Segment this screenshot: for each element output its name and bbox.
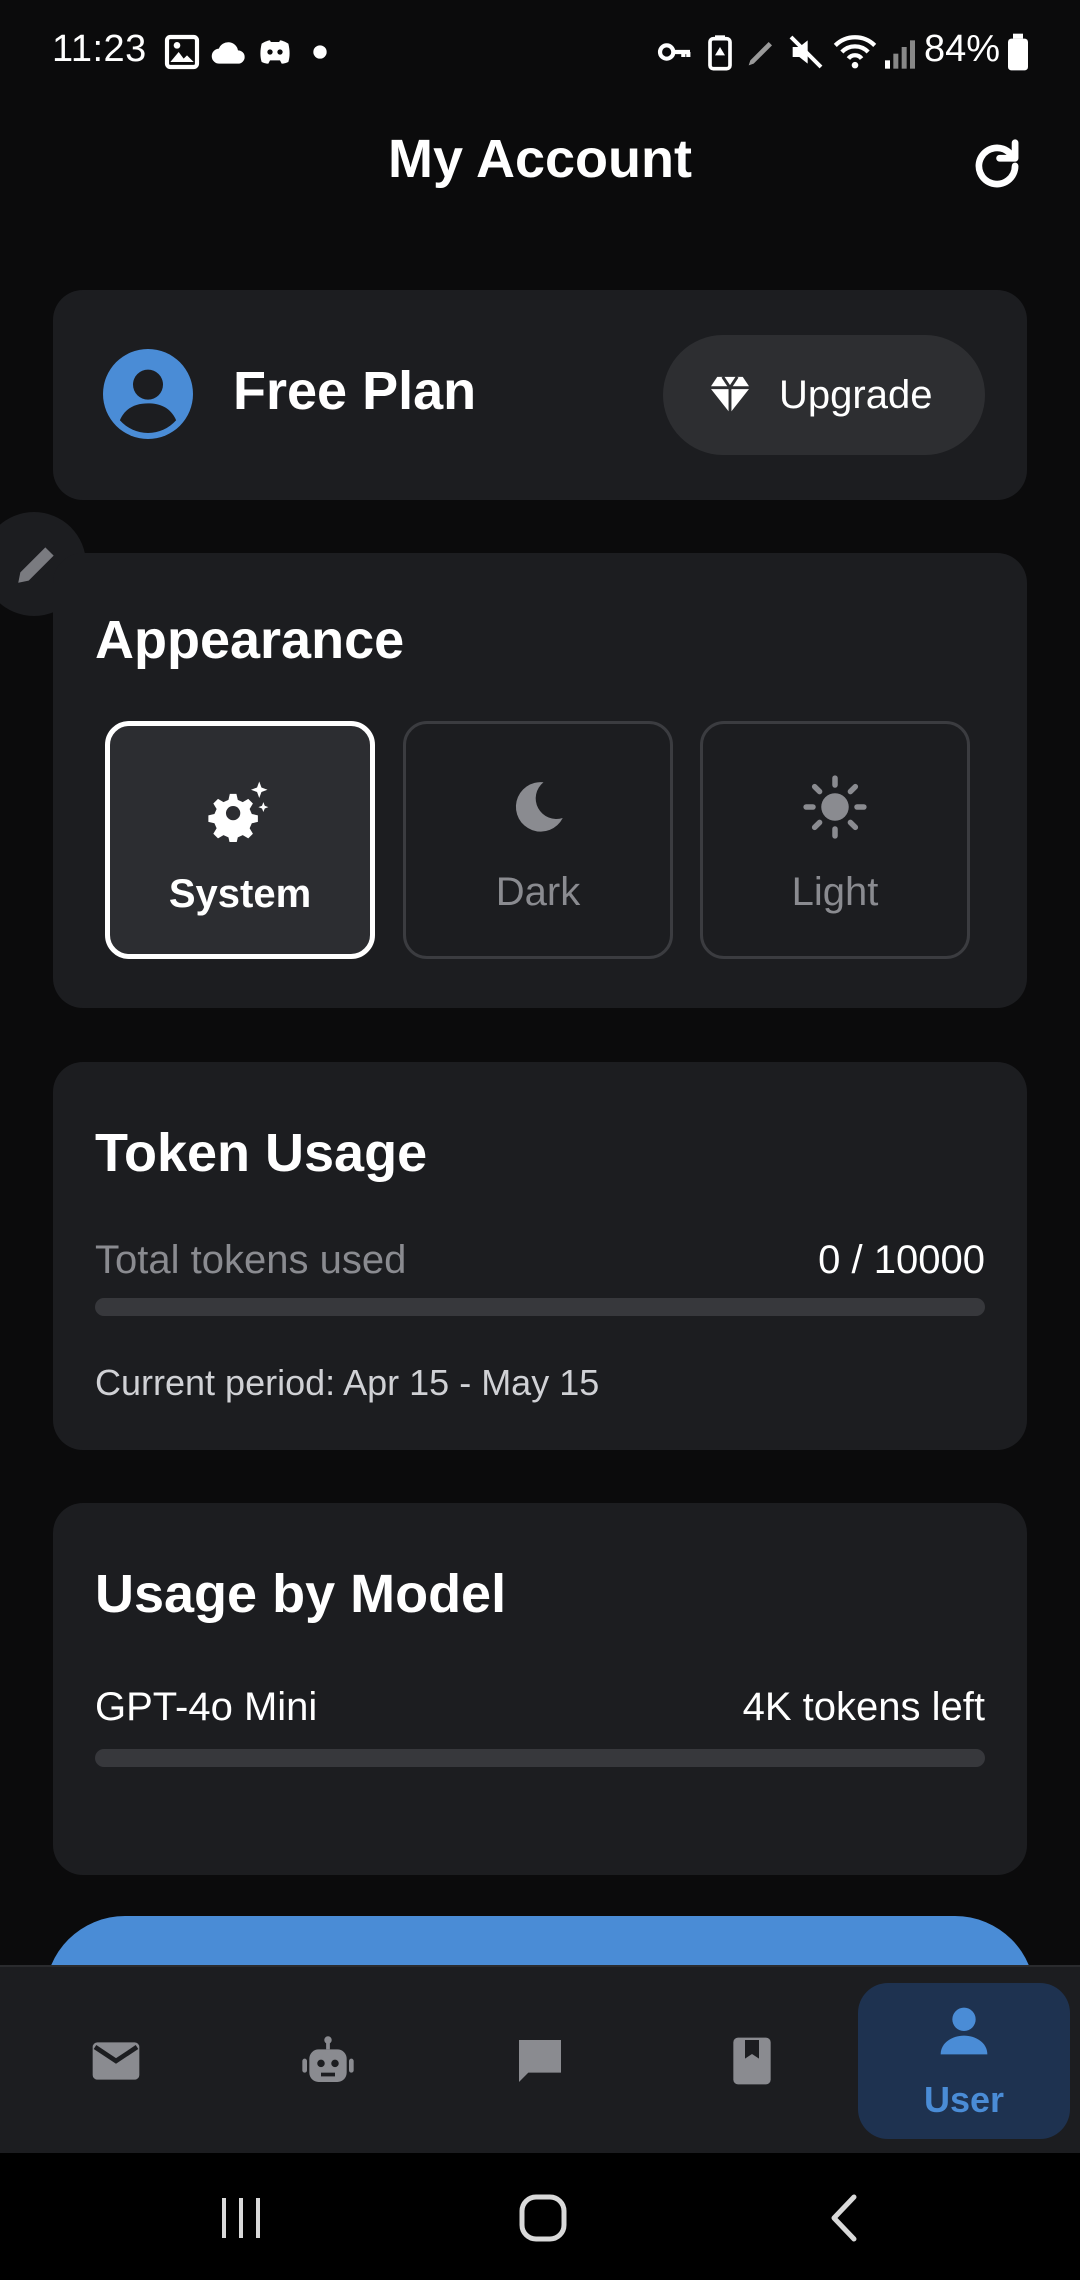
wifi-icon <box>833 35 877 69</box>
token-usage-title: Token Usage <box>95 1123 428 1183</box>
upgrade-button[interactable]: Upgrade <box>663 335 985 455</box>
upgrade-label: Upgrade <box>779 373 933 417</box>
theme-option-system[interactable]: System <box>105 721 375 959</box>
mail-icon <box>92 2042 140 2080</box>
plan-name: Free Plan <box>233 361 477 421</box>
battery-saver-icon <box>708 35 732 71</box>
recent-apps-icon[interactable] <box>218 2196 264 2240</box>
theme-option-dark[interactable]: Dark <box>403 721 673 959</box>
nav-user-label: User <box>923 2079 1005 2120</box>
theme-option-label: System <box>168 872 312 916</box>
robot-icon <box>302 2036 354 2082</box>
token-progress-bar <box>95 1298 985 1316</box>
nav-mail[interactable] <box>8 1967 224 2155</box>
battery-percentage: 84% <box>923 28 1000 70</box>
signal-icon <box>885 40 915 69</box>
model-name: GPT-4o Mini <box>95 1685 318 1729</box>
usage-by-model-card: Usage by Model GPT-4o Mini 4K tokens lef… <box>53 1503 1027 1875</box>
status-time: 11:23 <box>52 28 147 70</box>
appearance-card: Appearance System Dark Light <box>53 553 1027 1008</box>
usage-by-model-title: Usage by Model <box>95 1564 507 1624</box>
total-tokens-value: 0 / 10000 <box>818 1238 985 1282</box>
chat-icon <box>519 2040 561 2082</box>
bottom-navigation: User <box>0 1965 1080 2155</box>
token-usage-card: Token Usage Total tokens used 0 / 10000 … <box>53 1062 1027 1450</box>
model-progress-bar <box>95 1749 985 1767</box>
dot-icon <box>313 45 327 59</box>
refresh-icon <box>975 139 1019 188</box>
theme-option-label: Light <box>791 870 879 914</box>
vpn-key-icon <box>657 43 691 61</box>
nav-user[interactable]: User <box>858 1983 1070 2139</box>
theme-option-label: Dark <box>495 870 581 914</box>
user-icon <box>940 2007 988 2055</box>
image-notification-icon <box>164 34 200 70</box>
cloud-icon <box>211 42 245 64</box>
model-tokens-left: 4K tokens left <box>742 1685 985 1729</box>
refresh-button[interactable] <box>966 135 1028 197</box>
current-period: Current period: Apr 15 - May 15 <box>95 1362 600 1403</box>
bookmark-book-icon <box>733 2037 771 2085</box>
pen-icon <box>748 42 772 66</box>
gear-sparkle-icon <box>208 781 269 842</box>
back-icon[interactable] <box>826 2193 860 2243</box>
diamond-icon <box>710 376 750 414</box>
sun-icon <box>803 775 867 839</box>
account-circle-icon <box>103 349 193 439</box>
home-icon[interactable] <box>518 2193 568 2243</box>
nav-library[interactable] <box>644 1967 860 2155</box>
nav-chat[interactable] <box>432 1967 648 2155</box>
plan-card: Free Plan Upgrade <box>53 290 1027 500</box>
mute-icon <box>789 35 823 69</box>
page-title: My Account <box>387 129 692 189</box>
nav-assistant[interactable] <box>220 1967 436 2155</box>
status-bar: 11:23 84% <box>0 0 1080 105</box>
battery-icon <box>1008 33 1028 71</box>
moon-icon <box>515 782 563 832</box>
system-navigation-bar <box>0 2153 1080 2280</box>
discord-icon <box>260 40 290 64</box>
appearance-title: Appearance <box>95 610 405 670</box>
total-tokens-label: Total tokens used <box>95 1238 407 1282</box>
theme-option-light[interactable]: Light <box>700 721 970 959</box>
